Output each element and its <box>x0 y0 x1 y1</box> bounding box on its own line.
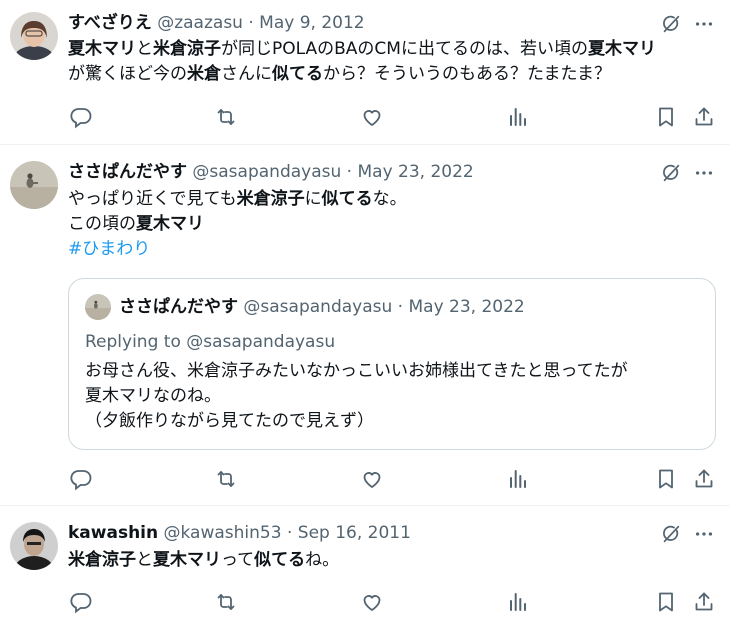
like-icon[interactable] <box>360 590 384 614</box>
separator-dot: · <box>281 523 298 543</box>
tweet-text: やっぱり近くで見ても米倉涼子に似てるな。 この頃の夏木マリ #ひまわり <box>68 187 407 262</box>
text-bold: 似てる <box>272 64 323 84</box>
text-bold: 似てる <box>254 550 306 570</box>
action-bar <box>0 467 730 491</box>
action-bar <box>0 105 730 129</box>
text-span: と <box>136 39 153 59</box>
text-bold: 夏木マリ <box>153 550 221 570</box>
share-icon[interactable] <box>692 590 716 614</box>
text-bold: 夏木マリ <box>136 214 204 234</box>
separator-dot: · <box>341 162 358 182</box>
text-bold: 米倉 <box>187 64 221 84</box>
bookmark-icon[interactable] <box>654 105 678 129</box>
text-span: さんに <box>221 64 272 84</box>
grok-icon[interactable] <box>660 523 682 545</box>
text-bold: 夏木マリ <box>68 39 136 59</box>
quote-handle: @sasapandayasu <box>243 297 393 317</box>
text-bold: 米倉涼子 <box>236 189 305 209</box>
quote-avatar <box>85 294 111 320</box>
tweet-text: 夏木マリと米倉涼子が同じPOLAのBAのCMに出てるのは、若い頃の夏木マリ が驚… <box>68 37 656 87</box>
action-bar <box>0 590 730 614</box>
tweet-3[interactable]: kawashin @kawashin53 · Sep 16, 2011 米倉涼子… <box>0 506 730 620</box>
reply-icon[interactable] <box>69 590 93 614</box>
tweet-date[interactable]: May 23, 2022 <box>357 162 473 182</box>
text-bold: 米倉涼子 <box>153 39 221 59</box>
quote-date: May 23, 2022 <box>408 297 525 317</box>
tweet-date[interactable]: Sep 16, 2011 <box>298 523 411 543</box>
display-name[interactable]: ささぱんだやす <box>68 162 187 182</box>
reply-icon[interactable] <box>69 467 93 491</box>
retweet-icon[interactable] <box>214 590 238 614</box>
text-bold: 米倉涼子 <box>68 550 136 570</box>
bookmark-icon[interactable] <box>654 467 678 491</box>
display-name[interactable]: kawashin <box>68 523 158 543</box>
avatar[interactable] <box>10 12 58 60</box>
tweet-header: すべざりえ @zaazasu · May 9, 2012 <box>68 12 365 34</box>
text-span: が驚くほど今の <box>68 64 187 84</box>
views-icon[interactable] <box>506 467 530 491</box>
share-icon[interactable] <box>692 105 716 129</box>
quote-header: ささぱんだやす @sasapandayasu · May 23, 2022 <box>119 296 525 318</box>
quote-line: お母さん役、米倉涼子みたいなかっこいいお姉様出てきたと思ってたが <box>85 361 628 381</box>
views-icon[interactable] <box>506 590 530 614</box>
user-handle[interactable]: @kawashin53 <box>164 523 282 543</box>
more-icon[interactable] <box>692 13 716 35</box>
grok-icon[interactable] <box>660 162 682 184</box>
replying-label: Replying to <box>85 332 187 352</box>
text-span: に <box>304 189 322 209</box>
more-icon[interactable] <box>692 523 716 545</box>
user-handle[interactable]: @zaazasu <box>157 13 243 33</box>
retweet-icon[interactable] <box>214 105 238 129</box>
text-span: と <box>136 550 153 570</box>
reply-icon[interactable] <box>69 105 93 129</box>
like-icon[interactable] <box>360 105 384 129</box>
more-icon[interactable] <box>692 162 716 184</box>
text-span: やっぱり近くで見ても <box>68 189 237 209</box>
views-icon[interactable] <box>506 105 530 129</box>
tweet-header: ささぱんだやす @sasapandayasu · May 23, 2022 <box>68 161 474 183</box>
quoted-tweet[interactable]: ささぱんだやす @sasapandayasu · May 23, 2022 Re… <box>68 278 716 450</box>
quote-text: お母さん役、米倉涼子みたいなかっこいいお姉様出てきたと思ってたが 夏木マリなのね… <box>85 359 628 434</box>
tweet-2[interactable]: ささぱんだやす @sasapandayasu · May 23, 2022 やっ… <box>0 145 730 505</box>
share-icon[interactable] <box>692 467 716 491</box>
retweet-icon[interactable] <box>214 467 238 491</box>
avatar[interactable] <box>10 161 58 209</box>
user-handle[interactable]: @sasapandayasu <box>192 162 341 182</box>
separator-dot: · <box>242 13 260 33</box>
tweet-1[interactable]: すべざりえ @zaazasu · May 9, 2012 夏木マリと米倉涼子が同… <box>0 0 730 144</box>
avatar[interactable] <box>10 522 58 570</box>
text-span: から？そういうのもある？たまたま？ <box>323 64 611 84</box>
text-span: って <box>221 550 255 570</box>
display-name[interactable]: すべざりえ <box>68 13 152 33</box>
text-span: な。 <box>372 189 407 209</box>
text-bold: 夏木マリ <box>587 39 656 59</box>
like-icon[interactable] <box>360 467 384 491</box>
tweet-date[interactable]: May 9, 2012 <box>259 13 364 33</box>
text-span: ね。 <box>305 550 340 570</box>
hashtag-link[interactable]: #ひまわり <box>68 239 150 259</box>
text-span: この頃の <box>68 214 136 234</box>
replying-to: Replying to @sasapandayasu <box>85 331 335 353</box>
text-span: が同じPOLAのBAのCMに出てるのは、若い頃の <box>221 39 588 59</box>
quote-line: 夏木マリなのね。 <box>85 386 221 406</box>
replying-handle[interactable]: @sasapandayasu <box>186 332 335 352</box>
bookmark-icon[interactable] <box>654 590 678 614</box>
quote-line: （夕飯作りながら見てたので見えず） <box>85 411 374 431</box>
grok-icon[interactable] <box>660 13 682 35</box>
text-bold: 似てる <box>321 189 373 209</box>
quote-display-name: ささぱんだやす <box>119 297 238 317</box>
tweet-header: kawashin @kawashin53 · Sep 16, 2011 <box>68 522 411 544</box>
tweet-text: 米倉涼子と夏木マリって似てるね。 <box>68 548 339 573</box>
separator-dot: · <box>392 297 409 317</box>
